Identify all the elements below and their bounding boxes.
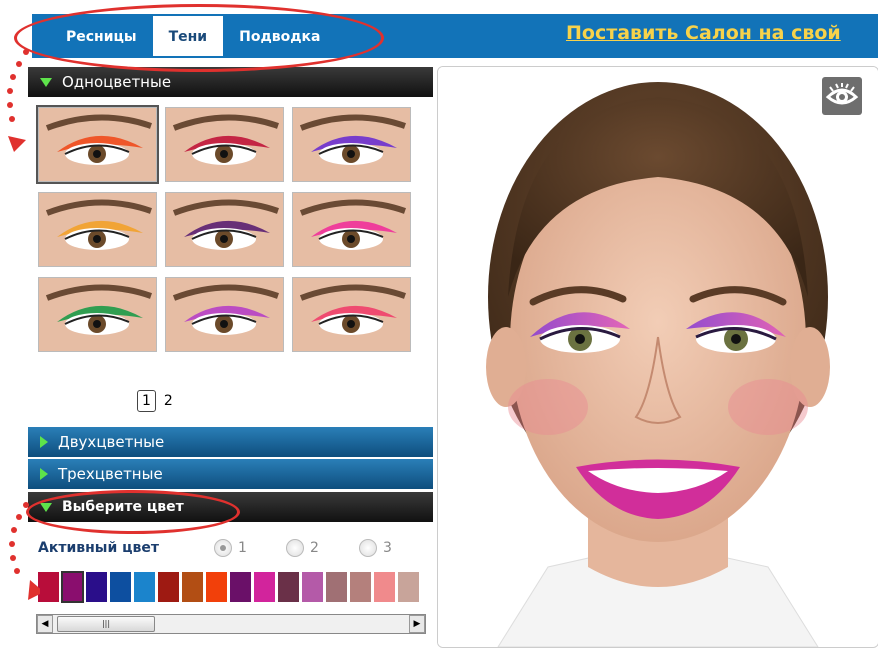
radio-circle [286, 539, 304, 557]
shadow-thumbnail[interactable] [38, 192, 157, 267]
color-swatch[interactable] [326, 572, 347, 602]
arrow-right-icon[interactable]: ▶ [409, 615, 425, 633]
swatch-scrollbar[interactable]: ◀ ||| ▶ [36, 614, 426, 634]
shadow-thumbnail[interactable] [36, 105, 159, 184]
color-swatch[interactable] [254, 572, 275, 602]
color-swatch[interactable] [110, 572, 131, 602]
section-three-color[interactable]: Трехцветные [28, 459, 433, 489]
shadow-thumbnail[interactable] [292, 277, 411, 352]
shadow-thumbnail[interactable] [165, 192, 284, 267]
shadow-thumbnail[interactable] [292, 192, 411, 267]
color-swatch[interactable] [86, 572, 107, 602]
model-face-image [438, 67, 878, 647]
active-color-label: Активный цвет [38, 540, 159, 556]
promo-link[interactable]: Поставить Салон на свой [566, 22, 841, 44]
color-swatch[interactable] [278, 572, 299, 602]
color-swatch-row [38, 571, 419, 603]
radio-circle [359, 539, 377, 557]
radio-color-2[interactable]: 2 [286, 539, 319, 557]
radio-label: 2 [310, 540, 319, 556]
color-swatch[interactable] [374, 572, 395, 602]
shadow-thumbnail[interactable] [165, 277, 284, 352]
color-swatch[interactable] [302, 572, 323, 602]
collapsed-arrow-icon [40, 468, 48, 480]
annotation-oval-choose [26, 490, 240, 534]
color-swatch[interactable] [134, 572, 155, 602]
section-double-label: Двухцветные [58, 433, 165, 451]
color-swatch[interactable] [158, 572, 179, 602]
collapsed-arrow-icon [40, 436, 48, 448]
color-swatch[interactable] [206, 572, 227, 602]
radio-color-3[interactable]: 3 [359, 539, 392, 557]
radio-label: 3 [383, 540, 392, 556]
color-swatch[interactable] [230, 572, 251, 602]
page-1[interactable]: 1 [137, 390, 156, 412]
color-swatch[interactable] [398, 572, 419, 602]
model-photo [437, 66, 878, 648]
color-swatch[interactable] [61, 571, 84, 603]
eye-icon[interactable] [822, 77, 862, 115]
annotation-oval-tabs [14, 4, 384, 72]
section-triple-label: Трехцветные [58, 465, 163, 483]
page-2[interactable]: 2 [160, 391, 177, 411]
annotation-dotted-arrows [7, 49, 40, 600]
section-two-color[interactable]: Двухцветные [28, 427, 433, 457]
shadow-thumbnail-grid [36, 105, 411, 352]
color-swatch[interactable] [182, 572, 203, 602]
radio-label: 1 [238, 540, 247, 556]
expanded-arrow-icon [40, 77, 52, 87]
color-swatch[interactable] [350, 572, 371, 602]
color-swatch[interactable] [38, 572, 59, 602]
radio-color-1[interactable]: 1 [214, 539, 247, 557]
shadow-thumbnail[interactable] [165, 107, 284, 182]
shadow-thumbnail[interactable] [292, 107, 411, 182]
radio-circle [214, 539, 232, 557]
section-single-label: Одноцветные [62, 73, 172, 91]
scrollbar-thumb[interactable]: ||| [57, 616, 155, 632]
pager: 1 2 [137, 390, 177, 412]
shadow-thumbnail[interactable] [38, 277, 157, 352]
